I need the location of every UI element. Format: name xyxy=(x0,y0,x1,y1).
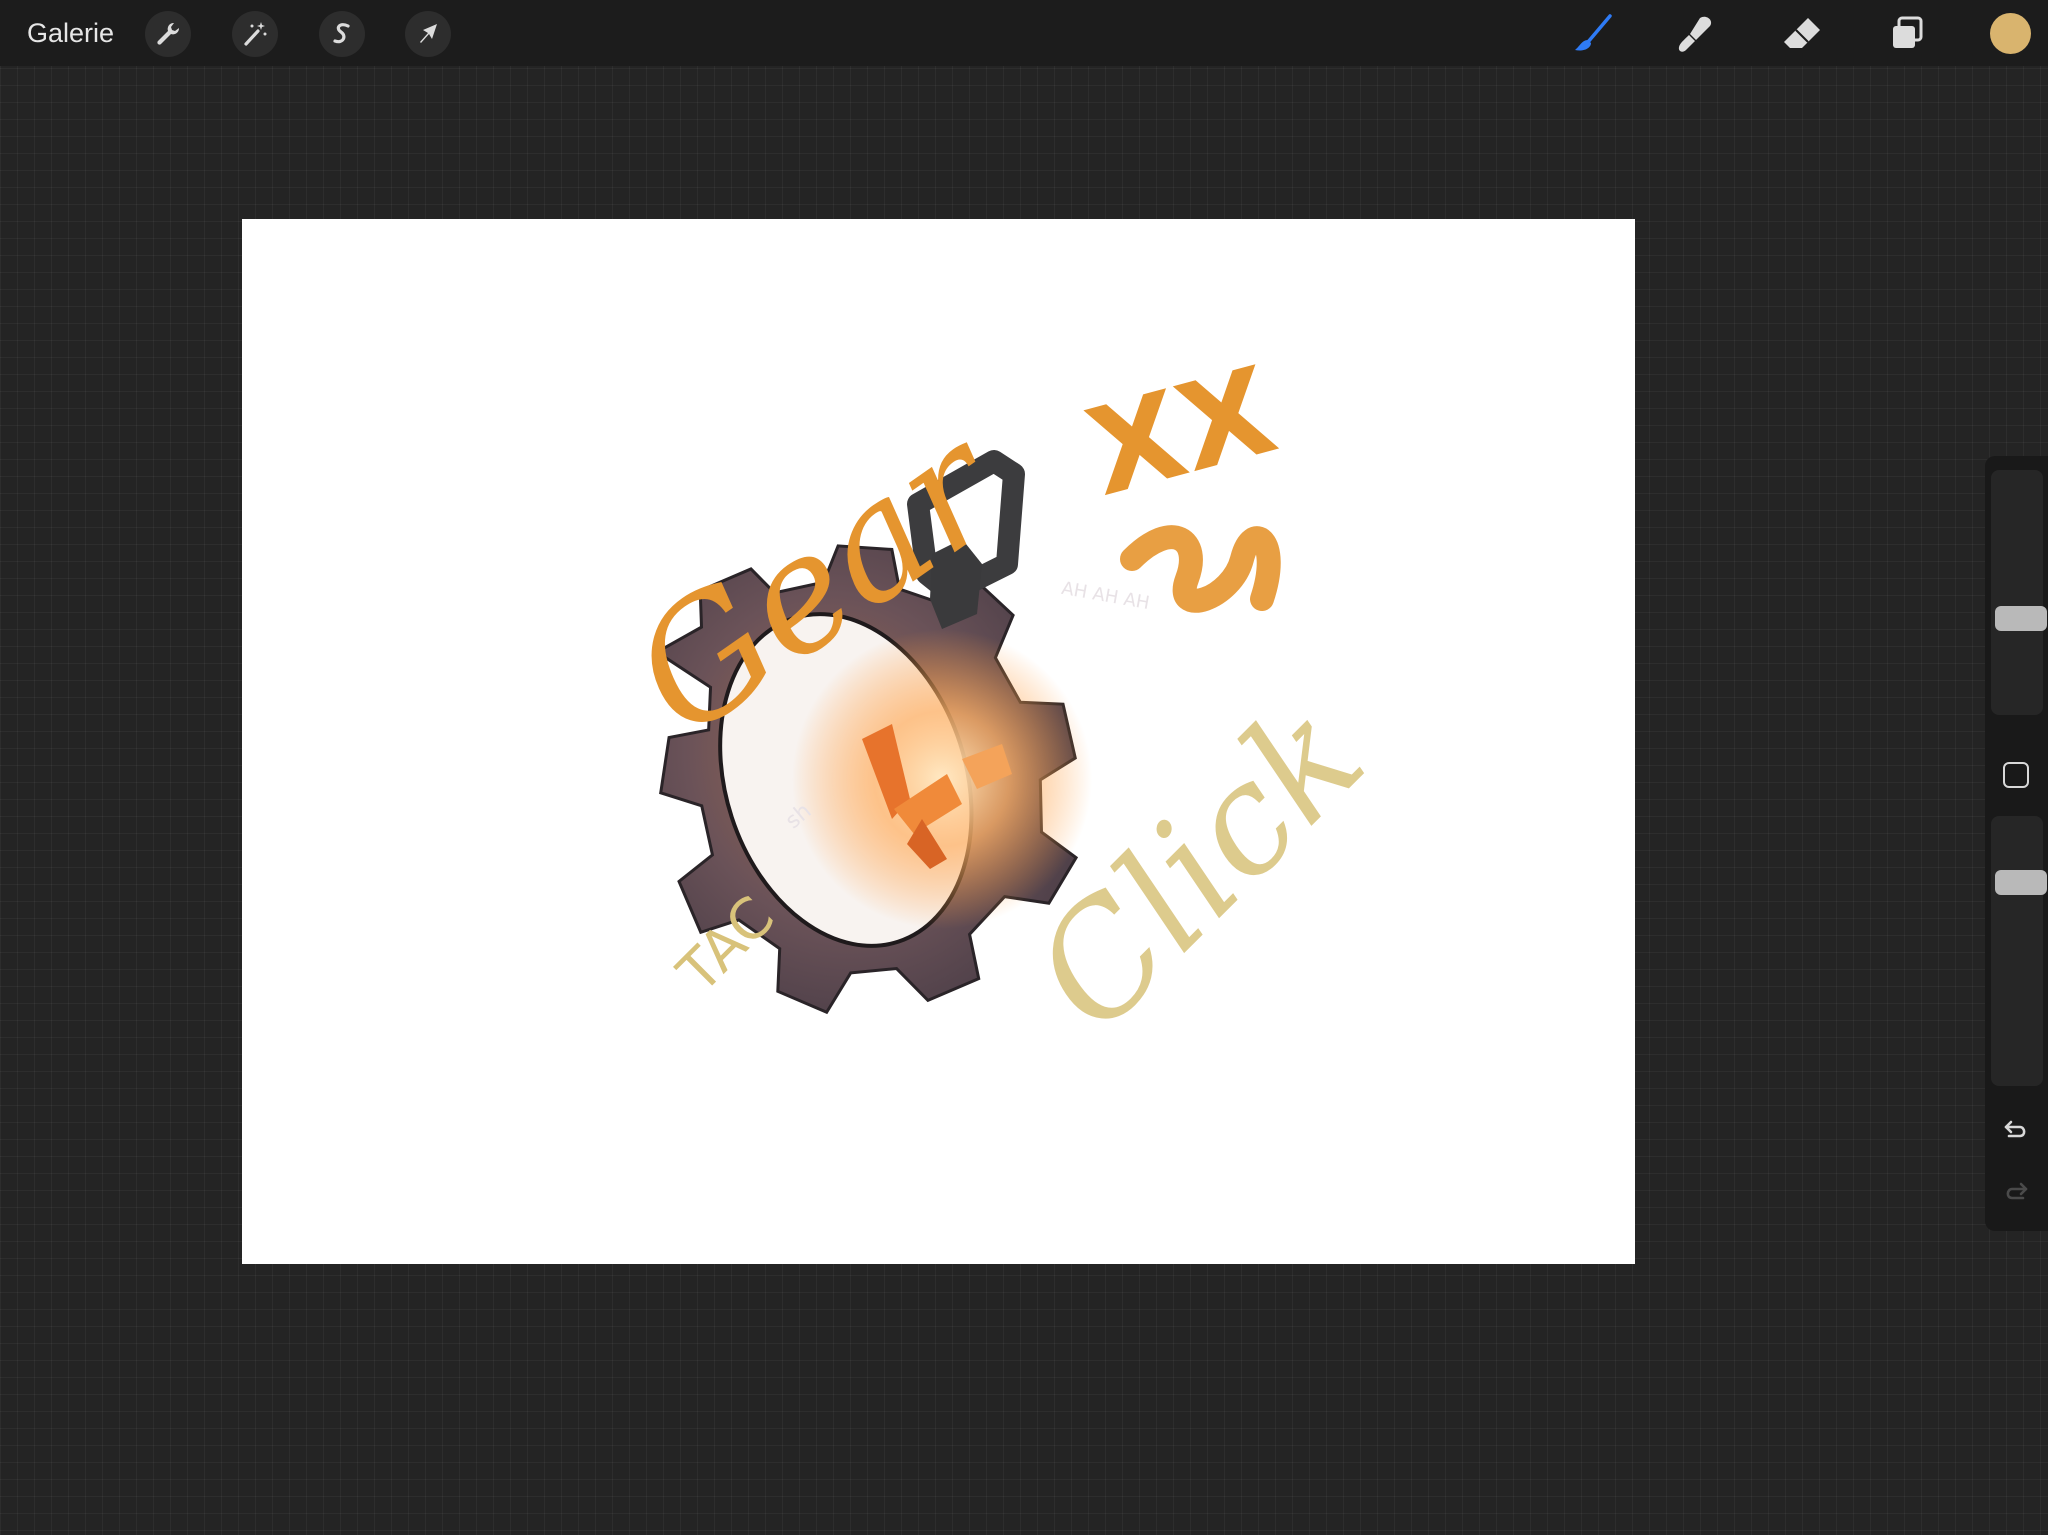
brush-tool-button[interactable] xyxy=(1569,11,1615,57)
undo-button[interactable] xyxy=(1999,1112,2033,1146)
xx-text: XX xyxy=(1074,342,1289,524)
gallery-button[interactable]: Galerie xyxy=(27,16,114,50)
eraser-icon xyxy=(1784,18,1820,48)
squiggle-stroke xyxy=(1120,525,1281,613)
redo-icon xyxy=(2006,1182,2028,1200)
magic-wand-icon xyxy=(244,22,267,46)
adjustments-button[interactable] xyxy=(232,11,278,57)
selection-s-icon xyxy=(333,23,350,44)
color-picker-button[interactable] xyxy=(1990,13,2031,54)
ah-scribble: AH AH AH xyxy=(1060,578,1151,614)
brush-icon xyxy=(1575,14,1612,51)
artwork[interactable]: Gear XX Click TAC AH AH AH sh xyxy=(242,219,1635,1264)
opacity-slider[interactable] xyxy=(1991,816,2047,1086)
side-bar xyxy=(1985,456,2048,1231)
transform-button[interactable] xyxy=(405,11,451,57)
arrow-cursor-icon xyxy=(420,24,437,43)
brush-size-slider[interactable] xyxy=(1991,470,2047,715)
selection-button[interactable] xyxy=(319,11,365,57)
drawing-canvas[interactable]: Gear XX Click TAC AH AH AH sh xyxy=(242,219,1635,1264)
opacity-thumb[interactable] xyxy=(1995,870,2047,895)
top-toolbar: Galerie xyxy=(0,0,2048,66)
undo-icon xyxy=(2004,1120,2026,1138)
layers-button[interactable] xyxy=(1884,11,1930,57)
modify-button[interactable] xyxy=(2003,762,2029,788)
layers-icon xyxy=(1893,16,1923,48)
wrench-icon xyxy=(157,22,180,45)
smudge-tool-button[interactable] xyxy=(1673,11,1719,57)
brush-size-thumb[interactable] xyxy=(1995,606,2047,631)
actions-button[interactable] xyxy=(145,11,191,57)
eraser-tool-button[interactable] xyxy=(1779,11,1825,57)
smudge-icon xyxy=(1678,16,1712,52)
redo-button[interactable] xyxy=(1999,1174,2033,1208)
